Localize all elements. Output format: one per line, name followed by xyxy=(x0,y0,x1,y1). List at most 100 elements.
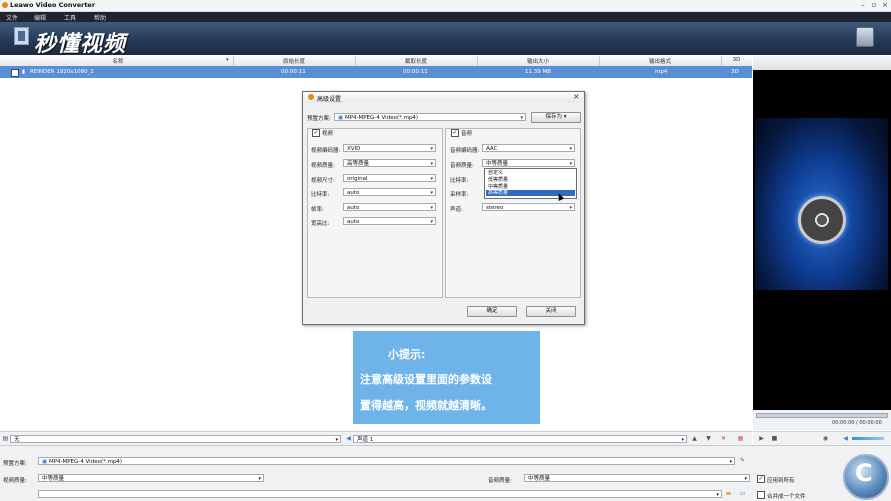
dialog-title: 高级设置 xyxy=(317,96,342,103)
video-bitrate-select[interactable]: auto ▾ xyxy=(343,188,436,196)
video-framerate-value: auto xyxy=(347,205,360,211)
subtitle-select[interactable]: 无 ▾ xyxy=(10,435,341,443)
video-framerate-label: 帧率: xyxy=(311,207,324,213)
menu-file[interactable]: 文件 xyxy=(6,13,18,22)
open-folder-icon[interactable]: ▭ xyxy=(739,490,746,497)
bottom-audio-quality-label: 音频质量: xyxy=(488,478,512,484)
restore-icon[interactable]: ▫ xyxy=(869,1,879,9)
video-quality-label: 视频质量: xyxy=(311,163,335,169)
player-time: 00:00:00 / 00:00:00 xyxy=(832,420,882,426)
audio-channel-select[interactable]: stereo ▾ xyxy=(482,203,575,211)
chevron-down-icon: ▾ xyxy=(430,219,433,225)
video-codec-label: 视频编码器: xyxy=(311,148,341,154)
video-group-title: 视频 xyxy=(322,131,334,137)
delete-icon[interactable]: ✕ xyxy=(720,435,727,442)
save-as-label: 保存为 xyxy=(545,114,562,120)
video-bitrate-label: 比特率: xyxy=(311,192,330,198)
row-cut: 00:00:11 xyxy=(403,69,428,75)
video-bitrate-value: auto xyxy=(347,190,360,196)
bottom-video-quality-label: 视频质量: xyxy=(3,478,27,484)
chevron-down-icon: ▾ xyxy=(569,205,572,211)
chevron-down-icon: ▾ xyxy=(744,476,747,482)
col-size[interactable]: 输出大小 xyxy=(477,57,599,65)
video-size-value: original xyxy=(347,176,368,182)
seek-slider[interactable] xyxy=(756,413,888,418)
minimize-icon[interactable]: – xyxy=(858,1,868,9)
tip-heading: 小提示: xyxy=(388,348,426,361)
bottom-preset-label: 预置方案: xyxy=(3,461,27,467)
bottom-video-quality-select[interactable]: 中等质量 ▾ xyxy=(38,474,264,482)
row-3d[interactable]: 3D xyxy=(731,69,739,75)
col-name-sort-icon[interactable]: ▾ xyxy=(226,57,229,63)
dropdown-option[interactable]: 自定义 xyxy=(486,170,575,176)
chevron-down-icon: ▾ xyxy=(520,115,523,121)
close-button[interactable]: 关闭 xyxy=(526,306,576,317)
audio-group-title: 音频 xyxy=(461,131,473,137)
snapshot-icon[interactable]: ◉ xyxy=(822,435,829,442)
volume-icon[interactable]: ◀ xyxy=(842,435,849,442)
preset-icon: ▣ xyxy=(338,115,345,121)
move-up-icon[interactable]: ▲ xyxy=(691,435,698,442)
apply-all-checkbox[interactable]: ✓ xyxy=(757,475,765,483)
col-cut[interactable]: 截取长度 xyxy=(355,57,477,65)
preset-icon: ▣ xyxy=(42,459,49,465)
window-title: Leawo Video Converter xyxy=(10,1,96,9)
col-3d[interactable]: 3D xyxy=(721,57,752,63)
bottom-preset-value: MP4-MPEG-4 Video(*.mp4) xyxy=(48,459,123,465)
video-aspect-value: auto xyxy=(347,219,360,225)
bottom-audio-quality-select[interactable]: 中等质量 ▾ xyxy=(524,474,750,482)
tip-line-2: 置得越高，视频就越清晰。 xyxy=(360,399,492,412)
table-row[interactable]: ▮ REINDER 1920x1080_2 00:00:11 00:00:11 … xyxy=(0,66,752,78)
video-size-select[interactable]: original ▾ xyxy=(343,174,436,182)
dialog-preset-select[interactable]: ▣ MP4-MPEG-4 Video(*.mp4) ▾ xyxy=(334,113,526,121)
video-aspect-label: 宽高比: xyxy=(311,221,330,227)
chevron-down-icon: ▾ xyxy=(681,437,684,443)
audio-checkbox[interactable]: ✓ xyxy=(451,129,459,137)
video-codec-select[interactable]: XVID ▾ xyxy=(343,144,436,152)
video-quality-select[interactable]: 高等质量 ▾ xyxy=(343,159,436,167)
subtitle-value: 无 xyxy=(14,437,20,443)
video-aspect-select[interactable]: auto ▾ xyxy=(343,217,436,225)
col-name[interactable]: 名称 xyxy=(6,57,230,65)
output-folder-select[interactable]: ▾ xyxy=(38,490,722,498)
chevron-down-icon: ▾ xyxy=(716,492,719,498)
video-framerate-select[interactable]: auto ▾ xyxy=(343,203,436,211)
ok-button[interactable]: 确定 xyxy=(467,306,517,317)
play-icon[interactable]: ▶ xyxy=(758,435,765,442)
save-as-button[interactable]: 保存为 ▾ xyxy=(531,112,581,123)
move-down-icon[interactable]: ▼ xyxy=(705,435,712,442)
row-format: mp4 xyxy=(655,69,668,75)
menu-help[interactable]: 帮助 xyxy=(94,13,106,22)
chevron-down-icon: ▾ xyxy=(430,146,433,152)
chevron-down-icon: ▾ xyxy=(258,476,261,482)
chevron-down-icon: ▾ xyxy=(569,161,572,167)
audio-track-value: 声道 1 xyxy=(357,437,374,443)
audio-quality-select[interactable]: 中等质量 ▾ xyxy=(482,159,575,167)
settings-icon[interactable] xyxy=(856,27,874,47)
dropdown-option[interactable]: 低等质量 xyxy=(486,177,575,183)
film-icon xyxy=(14,27,29,45)
audio-codec-select[interactable]: AAC ▾ xyxy=(482,144,575,152)
clear-list-icon[interactable]: ▦ xyxy=(737,435,744,442)
row-checkbox[interactable] xyxy=(11,69,19,77)
row-size: 11.39 MB xyxy=(525,69,552,75)
menu-tools[interactable]: 工具 xyxy=(64,13,76,22)
title-bar: Leawo Video Converter – ▫ × xyxy=(0,0,891,12)
dialog-logo-icon xyxy=(308,94,314,100)
menu-bar: 文件 编辑 工具 帮助 xyxy=(0,12,891,22)
edit-preset-icon[interactable]: ✎ xyxy=(739,457,746,464)
volume-slider[interactable] xyxy=(852,437,884,440)
merge-checkbox[interactable] xyxy=(757,491,765,499)
audio-samplerate-label: 采样率: xyxy=(450,192,469,198)
bottom-video-quality-value: 中等质量 xyxy=(42,476,65,482)
dialog-close-icon[interactable]: × xyxy=(573,92,580,101)
close-icon[interactable]: × xyxy=(880,1,890,9)
video-checkbox[interactable]: ✓ xyxy=(312,129,320,137)
col-format[interactable]: 输出格式 xyxy=(599,57,721,65)
col-original[interactable]: 原始长度 xyxy=(233,57,355,65)
menu-edit[interactable]: 编辑 xyxy=(34,13,46,22)
bottom-preset-select[interactable]: ▣ MP4-MPEG-4 Video(*.mp4) ▾ xyxy=(38,457,735,465)
folder-icon[interactable]: ▬ xyxy=(725,490,732,497)
audio-track-select[interactable]: 声道 1 ▾ xyxy=(353,435,687,443)
stop-icon[interactable]: ■ xyxy=(771,435,778,442)
